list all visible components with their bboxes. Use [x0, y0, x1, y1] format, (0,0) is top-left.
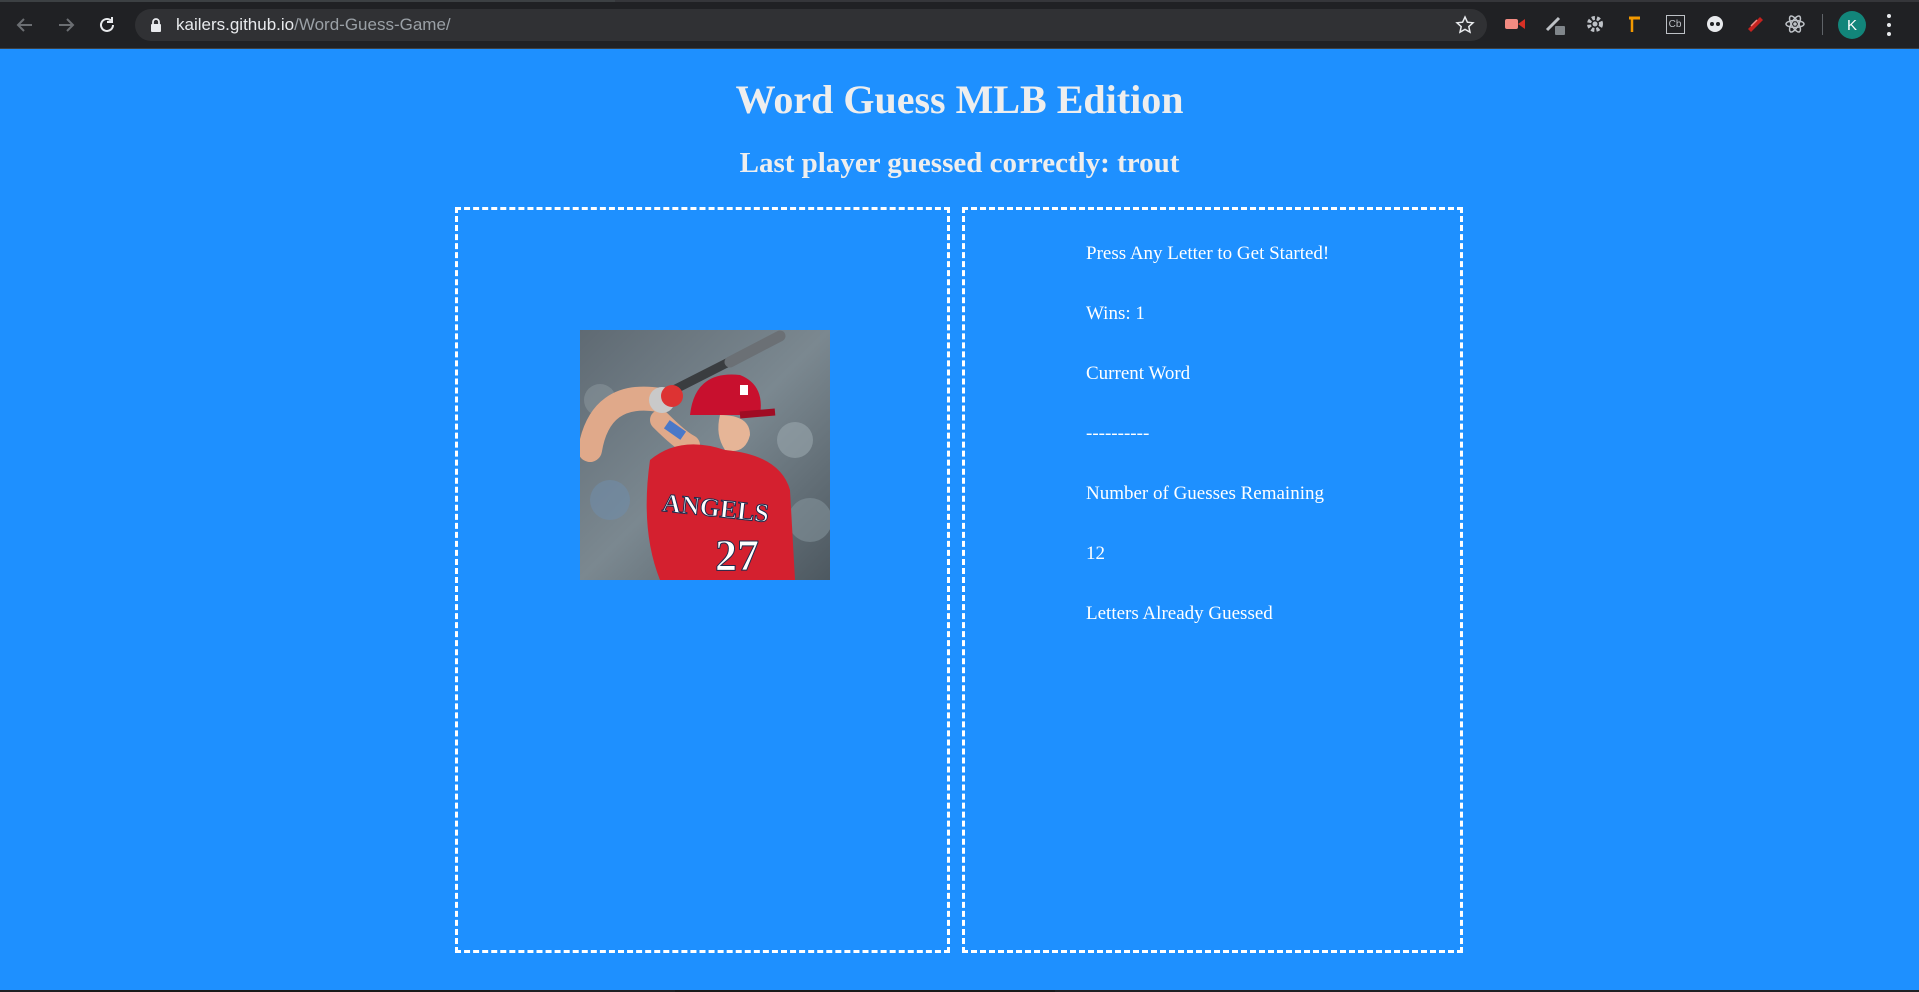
image-panel: ANGELS 27 — [455, 207, 950, 953]
lock-icon — [151, 18, 161, 32]
cb-extension-icon[interactable]: Cb — [1664, 13, 1686, 35]
url-text: kailers.github.io/Word-Guess-Game/ — [176, 15, 451, 35]
arrow-left-icon — [16, 18, 32, 32]
arrow-right-icon — [59, 18, 75, 32]
guesses-remaining-label: Number of Guesses Remaining — [1086, 483, 1324, 504]
back-button[interactable] — [12, 12, 38, 38]
reload-icon — [100, 17, 114, 32]
ruby-extension-icon[interactable] — [1744, 13, 1766, 35]
address-bar[interactable]: kailers.github.io/Word-Guess-Game/ — [135, 9, 1487, 41]
game-info-panel: Press Any Letter to Get Started! Wins: 1… — [962, 207, 1463, 953]
circle-extension-icon[interactable] — [1704, 13, 1726, 35]
current-word-blanks: ---------- — [1086, 423, 1150, 444]
url-host: kailers.github.io — [176, 15, 295, 34]
react-extension-icon[interactable] — [1784, 13, 1806, 35]
start-prompt: Press Any Letter to Get Started! — [1086, 243, 1330, 264]
bookmark-star-icon[interactable] — [1455, 15, 1475, 35]
player-photo: ANGELS 27 — [580, 330, 830, 580]
letters-guessed-label: Letters Already Guessed — [1086, 603, 1273, 624]
active-tab-edge — [0, 0, 615, 2]
url-path: /Word-Guess-Game/ — [294, 15, 451, 34]
current-word-label: Current Word — [1086, 363, 1191, 384]
last-player-subtitle: Last player guessed correctly: trout — [739, 147, 1180, 179]
browser-toolbar: kailers.github.io/Word-Guess-Game/ Cb K — [0, 0, 1919, 49]
video-extension-icon[interactable] — [1504, 13, 1526, 35]
cb-label: Cb — [1665, 14, 1685, 34]
hammer-extension-icon[interactable] — [1624, 13, 1646, 35]
gear-extension-icon[interactable] — [1584, 13, 1606, 35]
pen-extension-icon[interactable] — [1544, 13, 1566, 35]
wins-count: Wins: 1 — [1086, 303, 1145, 324]
toolbar-separator — [1822, 14, 1823, 35]
menu-kebab-icon[interactable] — [1885, 14, 1893, 36]
forward-button[interactable] — [53, 12, 79, 38]
page-title: Word Guess MLB Edition — [735, 77, 1184, 122]
svg-text:27: 27 — [715, 531, 759, 580]
profile-avatar[interactable]: K — [1838, 11, 1866, 39]
guesses-remaining-count: 12 — [1086, 543, 1105, 564]
reload-button[interactable] — [94, 12, 120, 38]
